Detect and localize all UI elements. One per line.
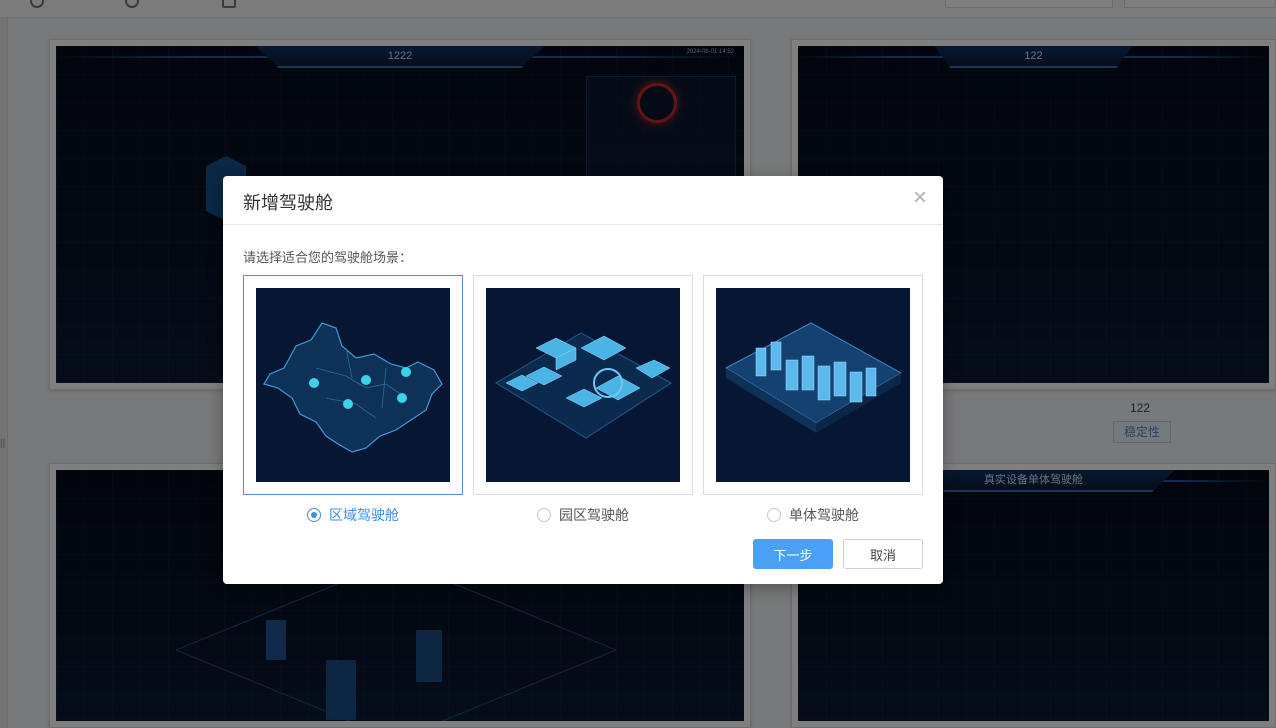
radio-unchecked-icon[interactable] xyxy=(537,508,551,522)
radio-checked-icon[interactable] xyxy=(307,508,321,522)
cancel-button[interactable]: 取消 xyxy=(843,539,923,569)
dialog-header: 新增驾驶舱 × xyxy=(223,176,943,225)
scene-prompt: 请选择适合您的驾驶舱场景： xyxy=(243,250,413,265)
region-map-icon xyxy=(256,288,450,482)
radio-label: 园区驾驶舱 xyxy=(559,507,629,523)
radio-unchecked-icon[interactable] xyxy=(767,508,781,522)
radio-label: 单体驾驶舱 xyxy=(789,507,859,523)
radio-campus[interactable]: 园区驾驶舱 xyxy=(473,504,693,526)
scene-options xyxy=(243,275,923,495)
option-region-card[interactable] xyxy=(243,275,463,495)
radio-label: 区域驾驶舱 xyxy=(329,507,399,523)
radio-single[interactable]: 单体驾驶舱 xyxy=(703,504,923,526)
radio-region[interactable]: 区域驾驶舱 xyxy=(243,504,463,526)
next-button[interactable]: 下一步 xyxy=(753,539,833,569)
scene-radio-group: 区域驾驶舱 园区驾驶舱 单体驾驶舱 xyxy=(243,504,923,526)
single-room-isometric-icon xyxy=(716,288,910,482)
dialog-title: 新增驾驶舱 xyxy=(243,193,333,213)
option-single-card[interactable] xyxy=(703,275,923,495)
close-icon[interactable]: × xyxy=(909,186,931,212)
campus-isometric-icon xyxy=(486,288,680,482)
new-cockpit-dialog: 新增驾驶舱 × 请选择适合您的驾驶舱场景： 区域驾驶舱 园区驾驶舱 单体驾驶舱 … xyxy=(223,176,943,584)
option-campus-card[interactable] xyxy=(473,275,693,495)
